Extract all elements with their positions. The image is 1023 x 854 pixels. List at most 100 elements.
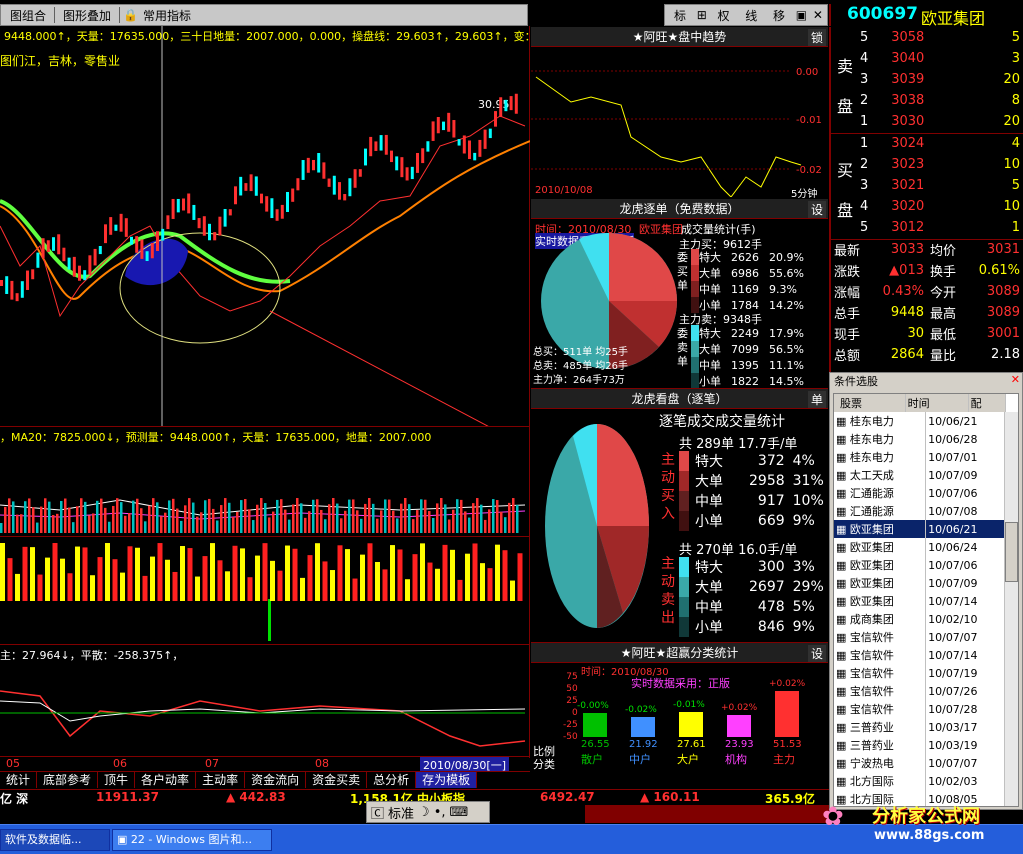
signal-bar — [427, 562, 433, 601]
super-cat-4: 主力 — [773, 753, 795, 766]
active-buy-label: 主动买入 — [661, 452, 675, 522]
list-item[interactable]: ▦ 欧亚集团 10/07/06 — [834, 556, 1006, 574]
signal-bar — [450, 549, 455, 601]
settings-button[interactable]: 设 — [807, 201, 826, 218]
close-icon[interactable]: ✕ — [813, 8, 823, 22]
volume-bar — [240, 500, 243, 533]
candle — [197, 218, 201, 229]
picker-scrollbar[interactable] — [1004, 412, 1018, 806]
ime-mode[interactable]: 标准 — [388, 803, 414, 822]
col-config[interactable]: 配 — [968, 394, 1007, 412]
volume-panel[interactable]: ，MA20：7825.000↓，预测量：9448.000↑，天量：17635.0… — [0, 426, 530, 536]
ime-logo-icon[interactable]: 🄲 — [371, 803, 384, 822]
signal-bar — [367, 543, 373, 601]
tab-fund-trade[interactable]: 资金买卖 — [306, 772, 368, 788]
list-item[interactable]: ▦ 宁波热电 10/07/07 — [834, 754, 1006, 772]
tab-stat[interactable]: 统计 — [0, 772, 38, 788]
volume-bar — [28, 498, 31, 533]
volume-bar — [452, 509, 455, 533]
candle — [249, 174, 253, 192]
crosshair-icon[interactable]: ⊞ — [697, 8, 707, 22]
picker-close-icon[interactable]: ✕ — [1011, 373, 1020, 386]
tab-active-rate[interactable]: 主动率 — [196, 772, 246, 788]
volume-bar — [464, 511, 467, 533]
super-bar-3 — [727, 715, 751, 737]
signal-bar — [165, 559, 170, 601]
moon-icon[interactable]: ☽ — [418, 805, 430, 820]
signal-bar — [60, 558, 65, 601]
list-item[interactable]: ▦ 北方国际 10/02/03 — [834, 772, 1006, 790]
list-item[interactable]: ▦ 桂东电力 10/07/01 — [834, 448, 1006, 466]
punct-icon[interactable]: •, — [434, 805, 446, 820]
volume-bar — [308, 511, 311, 533]
logo-text: 分析家公式网 — [872, 806, 980, 827]
lock-icon[interactable]: 🔒 — [123, 8, 138, 22]
keyboard-icon[interactable]: ⌨ — [450, 805, 469, 820]
volume-bar — [468, 517, 471, 533]
tab-households[interactable]: 各户动率 — [135, 772, 197, 788]
volume-bar — [516, 504, 519, 533]
kline-panel[interactable]: 9448.000↑，天量：17635.000，三十日地量：2007.000，0.… — [0, 26, 530, 426]
list-item[interactable]: ▦ 宝信软件 10/07/07 — [834, 628, 1006, 646]
volume-bar — [396, 518, 399, 533]
signal-bar — [517, 553, 523, 601]
x-tick: 07 — [205, 757, 219, 770]
single-button[interactable]: 单 — [807, 391, 826, 408]
overlay-button[interactable]: 图形叠加 — [58, 7, 116, 24]
picker-titlebar[interactable]: 条件选股 ✕ — [830, 373, 1022, 389]
candle — [31, 269, 35, 280]
list-item[interactable]: ▦ 太工天成 10/07/09 — [834, 466, 1006, 484]
list-item[interactable]: ▦ 三普药业 10/03/17 — [834, 718, 1006, 736]
mark-button[interactable]: 标 — [669, 7, 691, 24]
bar-chart — [0, 543, 523, 641]
active-sell-table: 特大 300 3% 大单 2697 29% 中单 478 5% 小单 846 9% — [679, 557, 824, 637]
list-item[interactable]: ▦ 欧亚集团 10/07/14 — [834, 592, 1006, 610]
indicator-panel[interactable]: 主：27.964↓，平散：-258.375↑， — [0, 644, 530, 758]
col-time[interactable]: 时间 — [905, 394, 969, 412]
volume-bar — [440, 498, 443, 533]
candle — [468, 140, 471, 160]
bar-panel[interactable] — [0, 536, 530, 644]
move-button[interactable]: 移 — [768, 7, 790, 24]
list-item[interactable]: ▦ 汇通能源 10/07/06 — [834, 484, 1006, 502]
list-item[interactable]: ▦ 成商集团 10/02/10 — [834, 610, 1006, 628]
signal-bar — [105, 543, 110, 601]
volume-bar — [224, 498, 227, 533]
list-item[interactable]: ▦ 三普药业 10/03/19 — [834, 736, 1006, 754]
tab-analysis[interactable]: 总分析 — [367, 772, 417, 788]
tab-save-template[interactable]: 存为模板 — [416, 772, 478, 788]
list-item[interactable]: ▦ 欧亚集团 10/07/09 — [834, 574, 1006, 592]
candle — [171, 198, 175, 219]
tab-bottom-ref[interactable]: 底部参考 — [37, 772, 99, 788]
taskbar-item[interactable]: 软件及数据临... — [0, 829, 110, 851]
ime-bar[interactable]: 🄲 标准 ☽ •, ⌨ — [366, 801, 490, 823]
list-item[interactable]: ▦ 汇通能源 10/07/08 — [834, 502, 1006, 520]
line-button[interactable]: 线 — [740, 7, 762, 24]
picker-list[interactable]: 股票 时间配 ▦ 桂东电力 10/06/21 ▦ 桂东电力 10/06/28 ▦ 桂东… — [833, 393, 1019, 807]
tab-top-bull[interactable]: 顶牛 — [98, 772, 136, 788]
list-item[interactable]: ▦ 宝信软件 10/07/26 — [834, 682, 1006, 700]
tab-fund-flow[interactable]: 资金流向 — [245, 772, 307, 788]
restore-icon[interactable]: ▣ — [796, 8, 807, 22]
col-stock[interactable]: 股票 — [834, 394, 906, 412]
scroll-thumb[interactable] — [1005, 522, 1018, 582]
candle — [436, 117, 440, 134]
lock-button[interactable]: 锁 — [807, 29, 826, 46]
list-item[interactable]: ▦ 宝信软件 10/07/19 — [834, 664, 1006, 682]
dragon-stat-title: 成交量统计(手) — [681, 223, 756, 236]
list-item[interactable]: ▦ 桂东电力 10/06/28 — [834, 430, 1006, 448]
volume-bar — [508, 502, 511, 533]
list-item[interactable]: ▦ 桂东电力 10/06/21 — [834, 412, 1006, 430]
volume-bar — [120, 502, 123, 533]
list-item[interactable]: ▦ 欧亚集团 10/06/24 — [834, 538, 1006, 556]
list-item[interactable]: ▦ 宝信软件 10/07/14 — [834, 646, 1006, 664]
combo-button[interactable]: 图组合 — [5, 7, 51, 24]
list-item[interactable]: ▦ 宝信软件 10/07/28 — [834, 700, 1006, 718]
indicator-button[interactable]: 常用指标 — [138, 7, 196, 24]
super-settings-button[interactable]: 设 — [807, 645, 826, 662]
weight-button[interactable]: 权 — [713, 7, 735, 24]
stock-picker-window[interactable]: 条件选股 ✕ 股票 时间配 ▦ 桂东电力 10/06/21 ▦ 桂东电力 10/06/… — [829, 372, 1023, 810]
list-item-selected[interactable]: ▦ 欧亚集团 10/06/21 — [834, 520, 1006, 538]
stock-name: 欧亚集团 — [921, 9, 986, 28]
taskbar-item-photos[interactable]: ▣ 22 - Windows 图片和... — [112, 829, 272, 851]
